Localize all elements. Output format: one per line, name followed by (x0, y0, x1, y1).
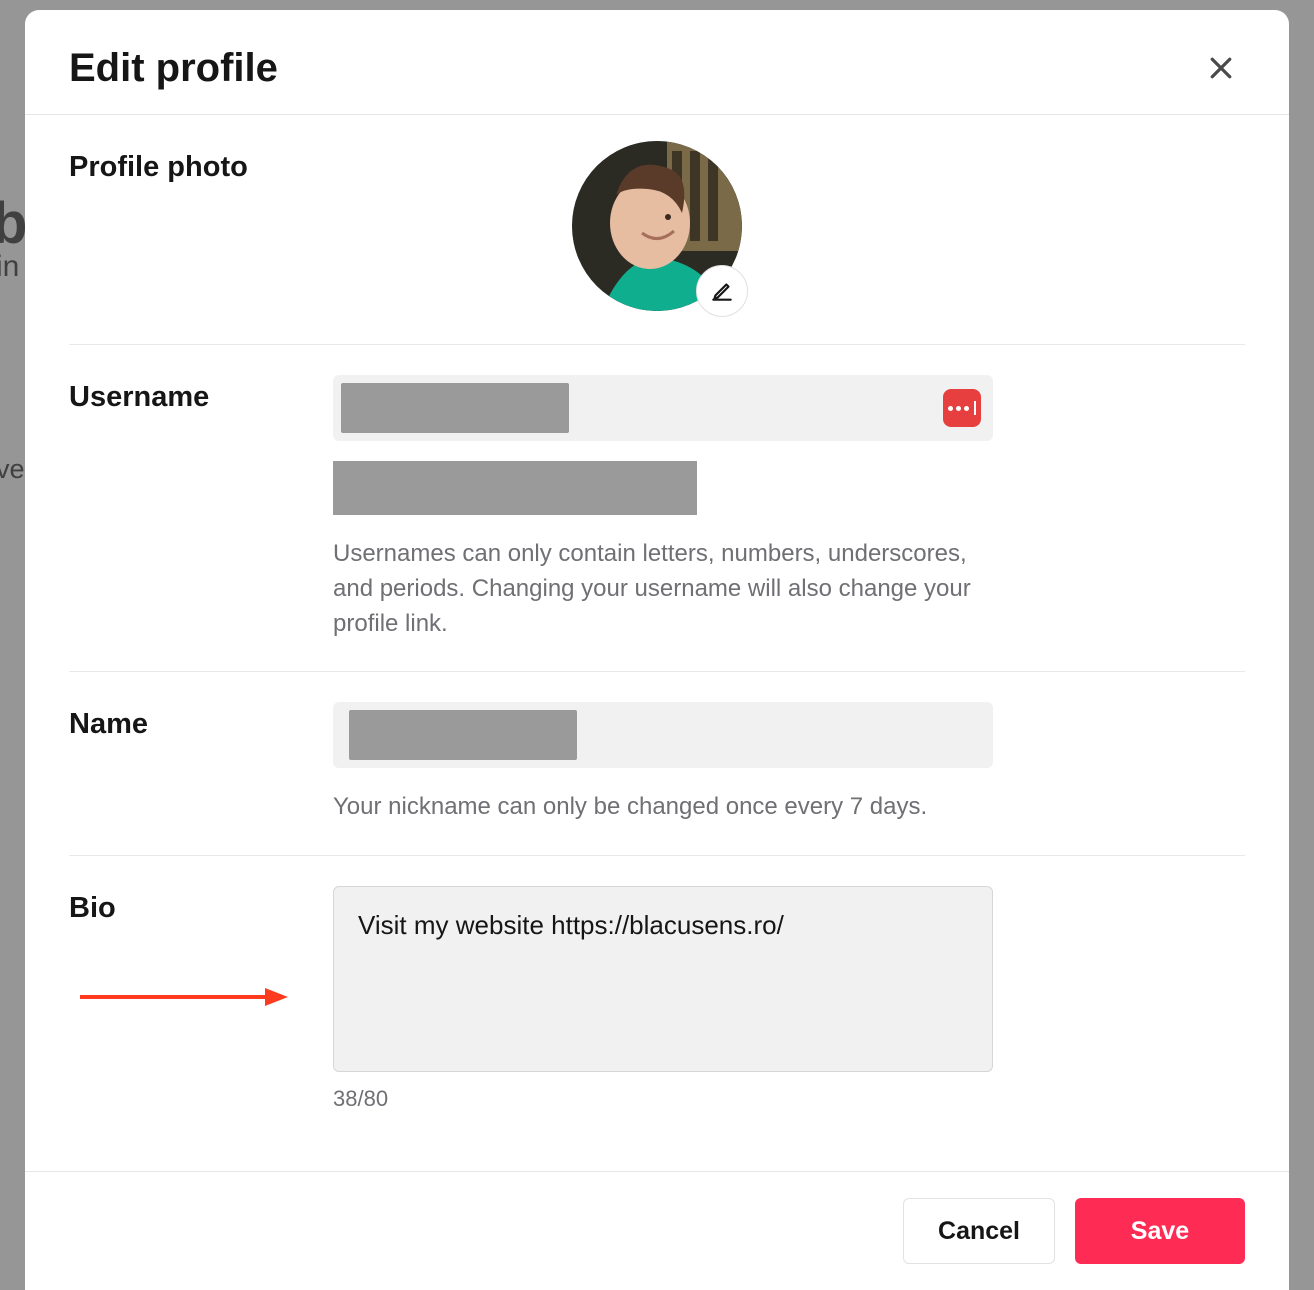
modal-body: Profile photo (25, 115, 1289, 1171)
bio-text: Visit my website https://blacusens.ro/ (358, 910, 784, 940)
profile-link-redaction (333, 461, 697, 515)
username-input[interactable] (333, 375, 993, 441)
name-redaction (349, 710, 577, 760)
password-manager-icon[interactable] (943, 389, 981, 427)
edit-profile-modal: Edit profile Profile photo (25, 10, 1289, 1290)
modal-header: Edit profile (25, 10, 1289, 115)
bio-input[interactable]: Visit my website https://blacusens.ro/ (333, 886, 993, 1072)
modal-title: Edit profile (69, 46, 278, 91)
name-hint: Your nickname can only be changed once e… (333, 790, 993, 825)
save-button[interactable]: Save (1075, 1198, 1245, 1264)
username-row: Username Usernames can only contain lett… (69, 345, 1245, 672)
username-redaction (341, 383, 569, 433)
bio-label: Bio (69, 886, 309, 1112)
bio-row: Bio Visit my website https://blacusens.r… (69, 856, 1245, 1122)
bio-counter: 38/80 (333, 1086, 993, 1112)
pencil-icon (709, 278, 735, 304)
close-icon (1206, 53, 1236, 83)
name-label: Name (69, 702, 309, 825)
edit-avatar-button[interactable] (696, 265, 748, 317)
username-label: Username (69, 375, 309, 641)
username-hint: Usernames can only contain letters, numb… (333, 537, 993, 641)
profile-photo-label: Profile photo (69, 145, 309, 314)
modal-footer: Cancel Save (25, 1171, 1289, 1290)
close-button[interactable] (1197, 44, 1245, 92)
cancel-button[interactable]: Cancel (903, 1198, 1055, 1264)
profile-photo-row: Profile photo (69, 115, 1245, 345)
name-input[interactable] (333, 702, 993, 768)
avatar-container (572, 141, 742, 311)
name-row: Name Your nickname can only be changed o… (69, 672, 1245, 856)
